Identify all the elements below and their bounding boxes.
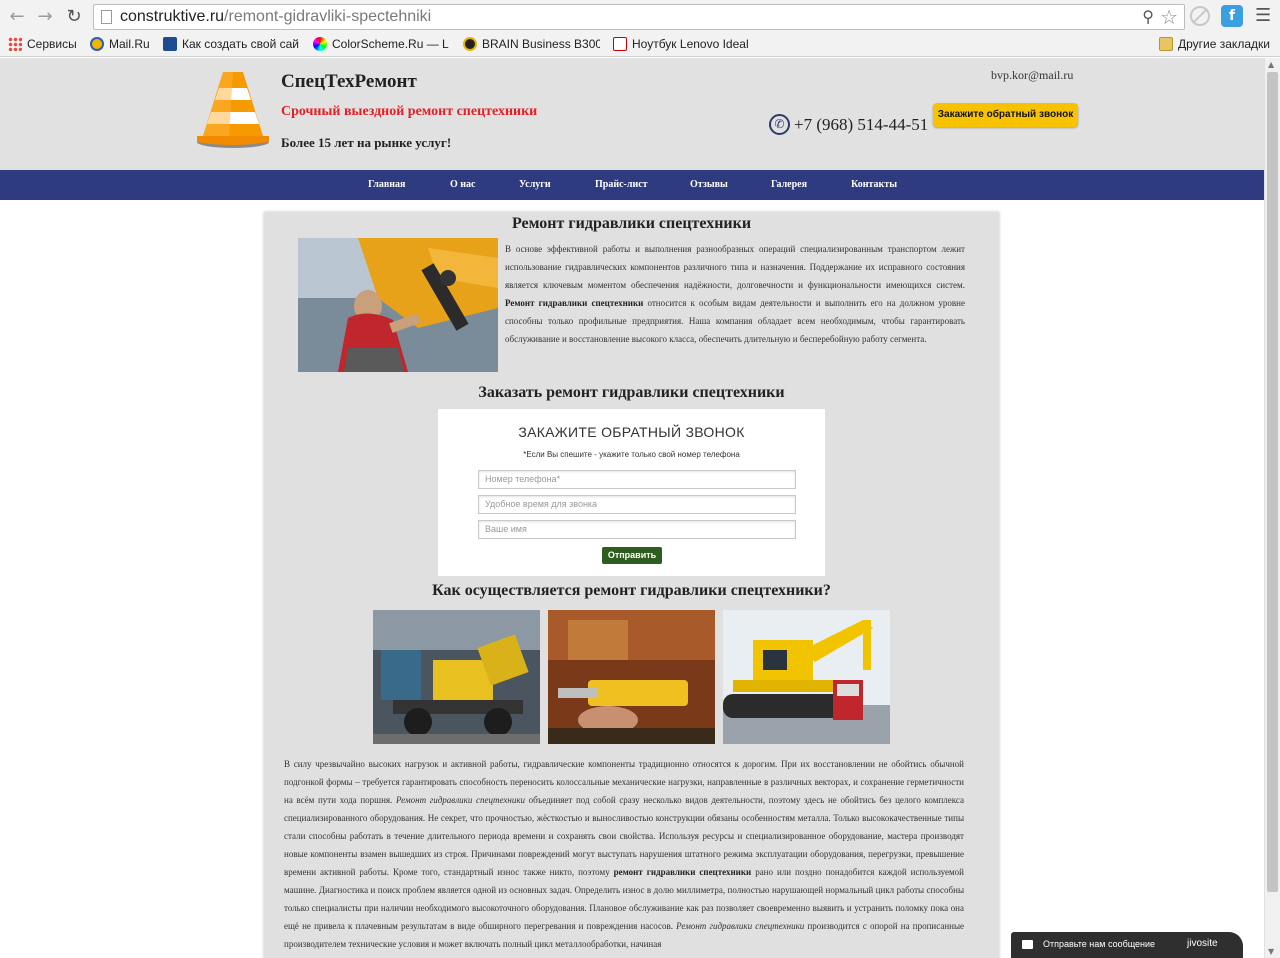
main-nav: Главная О нас Услуги Прайс-лист Отзывы Г…	[0, 170, 1264, 200]
intro-bold-keyword: Ремонт гидравлики спецтехники	[505, 298, 644, 308]
url-domain: construktive.ru	[120, 8, 225, 25]
callback-form: ЗАКАЖИТЕ ОБРАТНЫЙ ЗВОНОК *Если Вы спешит…	[438, 409, 825, 576]
site-header: СпецТехРемонт Срочный выездной ремонт сп…	[0, 58, 1264, 170]
nav-item-gallery[interactable]: Галерея	[771, 179, 807, 190]
chat-bubble-icon	[1022, 940, 1033, 949]
page-title: Ремонт гидравлики спецтехники	[511, 215, 752, 232]
page-icon	[101, 10, 112, 24]
scroll-up-icon[interactable]: ▲	[1268, 60, 1274, 69]
bookmark-label: Как создать свой сай	[182, 37, 299, 51]
forward-arrow-icon[interactable]: →	[34, 6, 56, 28]
address-bar[interactable]: construktive.ru/remont-gidravliki-specte…	[93, 4, 1185, 30]
phone-field[interactable]: Номер телефона*	[478, 470, 796, 489]
bookmark-lenovo[interactable]: Ноутбук Lenovo Ideal	[613, 37, 750, 53]
order-heading: Заказать ремонт гидравлики спецтехники	[478, 384, 785, 401]
nav-item-services[interactable]: Услуги	[519, 179, 551, 190]
nav-item-home[interactable]: Главная	[368, 179, 405, 190]
bookmark-label: Сервисы	[27, 37, 77, 51]
gallery-photo-excavator-diagnostics	[723, 610, 890, 744]
bookmark-colorscheme[interactable]: ColorScheme.Ru — L	[313, 37, 450, 53]
bookmark-brain[interactable]: BRAIN Business B300	[463, 37, 600, 53]
scroll-down-icon[interactable]: ▼	[1268, 947, 1274, 956]
browser-toolbar: ← → ↻ construktive.ru/remont-gidravliki-…	[0, 0, 1280, 33]
bookmark-star-icon[interactable]: ☆	[1160, 5, 1178, 29]
back-arrow-icon[interactable]: ←	[6, 6, 28, 28]
contact-email[interactable]: bvp.kor@mail.ru	[991, 68, 1073, 83]
mailru-icon	[90, 37, 104, 51]
folder-icon	[1159, 37, 1173, 51]
main-content: Ремонт гидравлики спецтехники В основе э…	[264, 212, 999, 958]
color-wheel-icon	[313, 37, 327, 51]
bookmarks-bar: Сервисы Mail.Ru Как создать свой сай Col…	[0, 33, 1280, 57]
bookmark-label: ColorScheme.Ru — L	[332, 37, 449, 51]
intro-text-1: В основе эффективной работы и выполнения…	[505, 244, 965, 290]
tagline: Срочный выездной ремонт спецтехники	[281, 104, 538, 119]
bookmark-label: Ноутбук Lenovo Ideal	[632, 37, 749, 51]
page-scrollbar[interactable]: ▲ ▼	[1264, 58, 1280, 958]
scrollbar-thumb[interactable]	[1267, 72, 1278, 892]
chat-brand: jivosite	[1187, 938, 1218, 949]
url-path: /remont-gidravliki-spectehniki	[224, 8, 432, 25]
gallery-photo-hydraulic-cylinder	[548, 610, 715, 744]
callback-button[interactable]: Закажите обратный звонок	[933, 103, 1078, 127]
nav-item-pricelist[interactable]: Прайс-лист	[595, 179, 648, 190]
menu-icon[interactable]: ☰	[1255, 7, 1271, 25]
intro-paragraph: В основе эффективной работы и выполнения…	[505, 240, 965, 348]
brand-name: СпецТехРемонт	[281, 71, 417, 92]
traffic-cone-logo	[197, 72, 269, 148]
bookmark-label: BRAIN Business B300	[482, 37, 600, 51]
mechanic-repair-photo	[298, 238, 498, 372]
reload-icon[interactable]: ↻	[63, 6, 85, 28]
bookmark-label: Mail.Ru	[109, 37, 150, 51]
bookmark-create-site[interactable]: Как создать свой сай	[163, 37, 300, 53]
form-note: *Если Вы спешите - укажите только свой н…	[523, 450, 740, 459]
body-italic-keyword-2: Ремонт гидравлики спецтехники	[676, 921, 805, 931]
years-on-market: Более 15 лет на рынке услуг!	[281, 135, 452, 150]
url-text: construktive.ru/remont-gidravliki-specte…	[120, 8, 431, 26]
lenovo-icon	[613, 37, 627, 51]
other-bookmarks[interactable]: Другие закладки	[1159, 37, 1270, 53]
bookmark-services[interactable]: Сервисы	[8, 37, 77, 53]
phone-icon: ✆	[769, 114, 790, 135]
zoom-icon[interactable]: ⚲	[1142, 7, 1154, 26]
contact-phone[interactable]: +7 (968) 514-44-51	[794, 115, 928, 135]
call-time-field[interactable]: Удобное время для звонка	[478, 495, 796, 514]
body-italic-keyword: Ремонт гидравлики спецтехники	[395, 795, 526, 805]
nav-item-reviews[interactable]: Отзывы	[690, 179, 728, 190]
site-icon	[163, 37, 177, 51]
nav-item-about[interactable]: О нас	[450, 179, 475, 190]
submit-button[interactable]: Отправить	[602, 547, 662, 564]
chat-widget[interactable]: Отправьте нам сообщение jivosite	[1011, 932, 1243, 958]
name-field[interactable]: Ваше имя	[478, 520, 796, 539]
nav-item-contacts[interactable]: Контакты	[851, 179, 897, 190]
brain-icon	[463, 37, 477, 51]
extension-icon[interactable]: f	[1221, 5, 1243, 27]
block-extension-icon[interactable]	[1190, 6, 1210, 26]
body-bold-keyword: ремонт гидравлики спецтехники	[613, 867, 752, 877]
page-viewport: СпецТехРемонт Срочный выездной ремонт сп…	[0, 58, 1264, 958]
body-paragraph: В силу чрезвычайно высоких нагрузок и ак…	[284, 755, 964, 953]
chat-label: Отправьте нам сообщение	[1043, 939, 1156, 949]
form-title: ЗАКАЖИТЕ ОБРАТНЫЙ ЗВОНОК	[518, 424, 745, 440]
how-heading: Как осуществляется ремонт гидравлики спе…	[432, 582, 831, 599]
gallery-photo-excavator-garage	[373, 610, 540, 744]
bookmark-mailru[interactable]: Mail.Ru	[90, 37, 150, 53]
other-bookmarks-label: Другие закладки	[1178, 37, 1270, 51]
body-text-2: объединяет под собой сразу несколько вид…	[284, 795, 965, 877]
apps-grid-icon	[8, 37, 22, 51]
